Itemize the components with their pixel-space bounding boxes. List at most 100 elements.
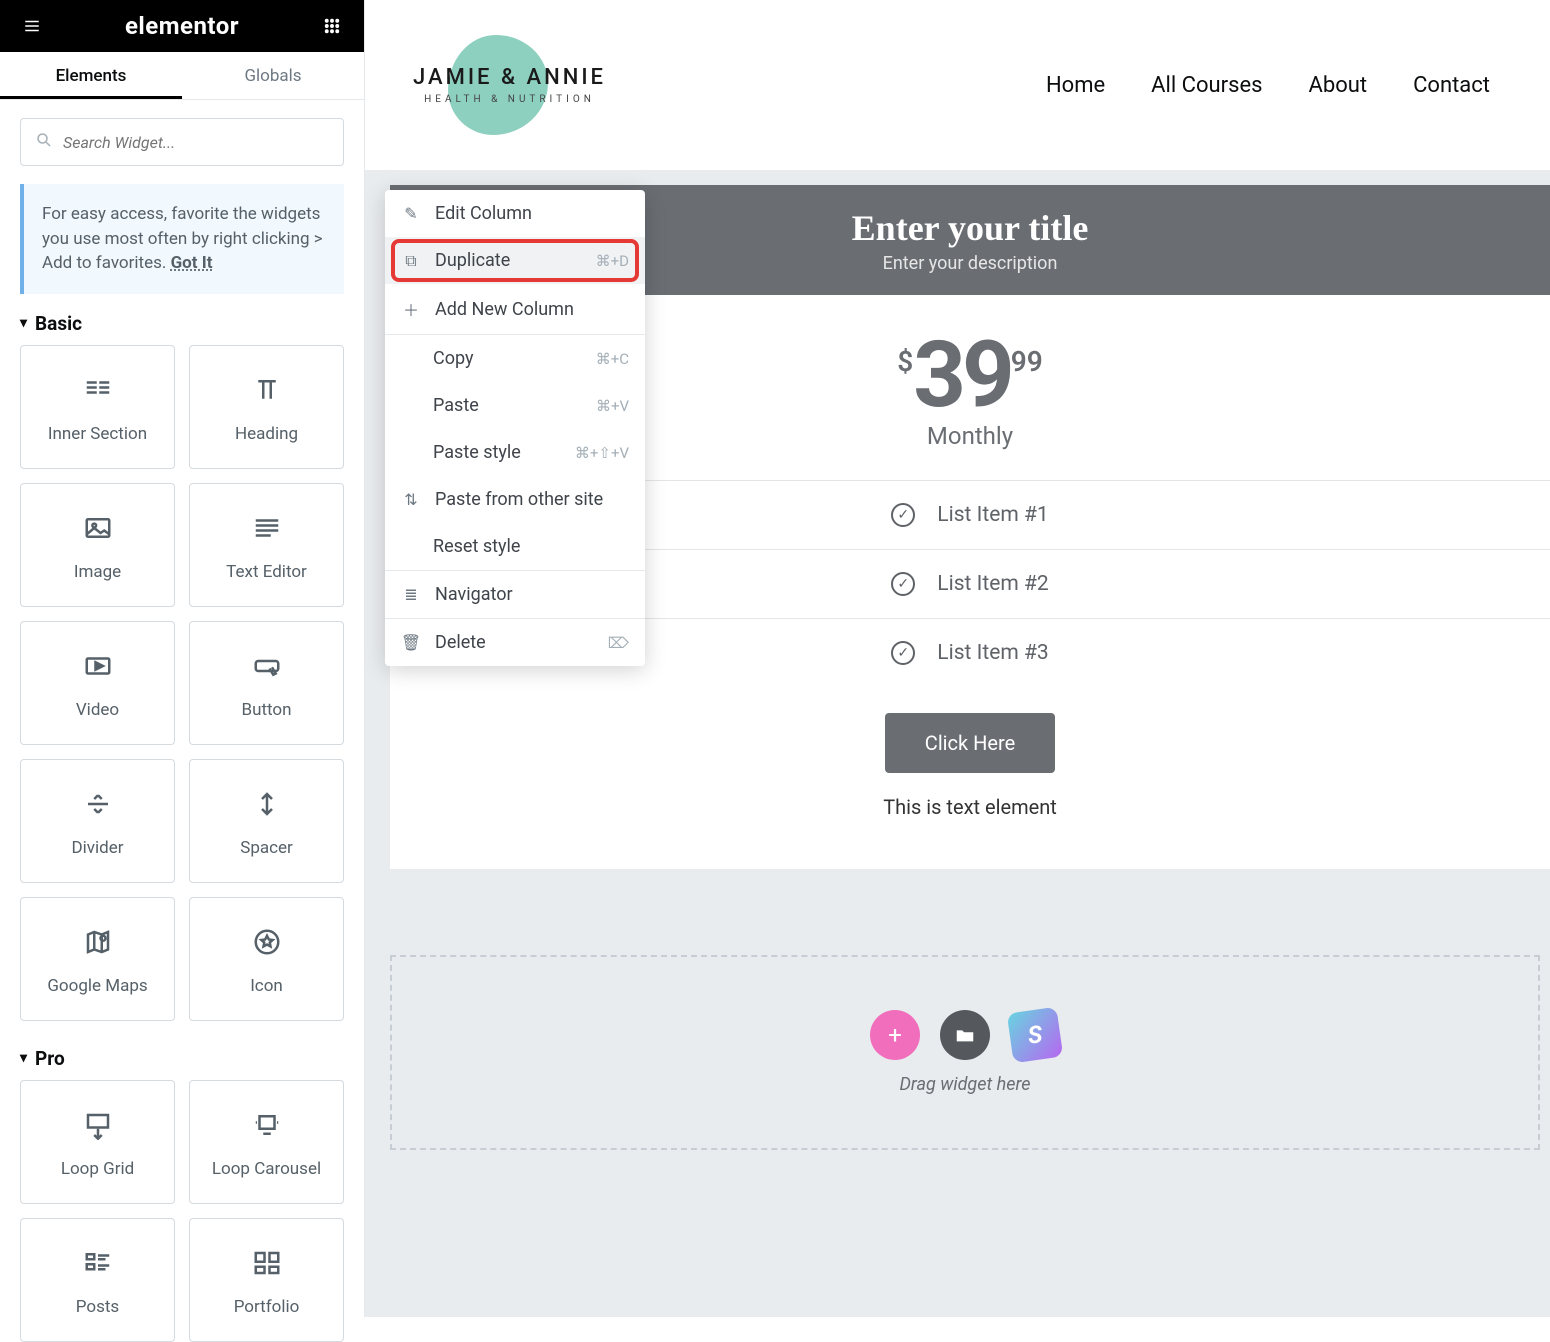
ctx-reset-style[interactable]: Reset style (385, 523, 645, 570)
widget-heading[interactable]: Heading (189, 345, 344, 469)
text-editor-icon (252, 508, 282, 548)
widget-divider[interactable]: Divider (20, 759, 175, 883)
nav-all-courses[interactable]: All Courses (1151, 73, 1262, 98)
elementor-logo: elementor (125, 12, 239, 40)
ctx-label: Duplicate (435, 250, 510, 271)
ctx-shortcut: ⌘+C (596, 350, 629, 368)
widget-label: Posts (76, 1297, 119, 1317)
context-menu: ✎ Edit Column ⧉ Duplicate ⌘+D ＋ Add New … (385, 190, 645, 666)
ctx-paste[interactable]: Paste ⌘+V (385, 382, 645, 429)
loop-grid-icon (83, 1105, 113, 1145)
list-item-label: List Item #3 (937, 641, 1048, 665)
apps-grid-icon[interactable] (318, 12, 346, 40)
widget-label: Portfolio (234, 1297, 300, 1317)
ctx-navigator[interactable]: ≣ Navigator (385, 571, 645, 618)
site-logo[interactable]: JAMIE & ANNIE HEALTH & NUTRITION (393, 35, 606, 135)
widget-loop-grid[interactable]: Loop Grid (20, 1080, 175, 1204)
ctx-label: Paste style (433, 442, 521, 463)
ctx-edit-column[interactable]: ✎ Edit Column (385, 190, 645, 237)
ctx-paste-from-other-site[interactable]: ⇅ Paste from other site (385, 476, 645, 523)
check-icon: ✓ (891, 572, 915, 596)
trash-icon: 🗑 (401, 633, 421, 652)
plus-icon: ＋ (401, 297, 421, 321)
ctx-delete[interactable]: 🗑 Delete ⌦ (385, 619, 645, 666)
check-icon: ✓ (891, 641, 915, 665)
widget-button[interactable]: Button (189, 621, 344, 745)
heading-icon (252, 370, 282, 410)
widget-label: Button (241, 700, 291, 720)
nav-about[interactable]: About (1309, 73, 1368, 98)
widget-loop-carousel[interactable]: Loop Carousel (189, 1080, 344, 1204)
check-icon: ✓ (891, 503, 915, 527)
ctx-paste-style[interactable]: Paste style ⌘+⇧+V (385, 429, 645, 476)
tip-got-it[interactable]: Got It (171, 253, 213, 273)
copy-icon: ⧉ (401, 251, 421, 271)
ctx-shortcut: ⌘+V (596, 397, 629, 415)
widget-posts[interactable]: Posts (20, 1218, 175, 1342)
inner-section-icon (83, 370, 113, 410)
category-pro[interactable]: Pro (20, 1047, 344, 1070)
widget-inner-section[interactable]: Inner Section (20, 345, 175, 469)
widget-image[interactable]: Image (20, 483, 175, 607)
search-icon (35, 131, 53, 154)
widget-label: Google Maps (47, 976, 147, 996)
widget-text-editor[interactable]: Text Editor (189, 483, 344, 607)
widget-portfolio[interactable]: Portfolio (189, 1218, 344, 1342)
tab-globals[interactable]: Globals (182, 52, 364, 99)
search-container[interactable] (20, 118, 344, 166)
site-nav: Home All Courses About Contact (1046, 73, 1490, 98)
tip-box: For easy access, favorite the widgets yo… (20, 184, 344, 294)
widget-label: Inner Section (48, 424, 147, 444)
widget-google-maps[interactable]: Google Maps (20, 897, 175, 1021)
pencil-icon: ✎ (401, 204, 421, 223)
widget-label: Video (76, 700, 119, 720)
drop-hint: Drag widget here (899, 1074, 1030, 1095)
drop-zone[interactable]: + S Drag widget here (390, 955, 1540, 1150)
price-currency: $ (897, 345, 913, 378)
widget-label: Heading (235, 424, 298, 444)
template-library-button[interactable] (940, 1010, 990, 1060)
price: $ 39 99 (897, 335, 1043, 418)
widgets-pro: Loop Grid Loop Carousel Posts Portfolio (0, 1080, 364, 1342)
widget-icon[interactable]: Icon (189, 897, 344, 1021)
ctx-label: Paste (433, 395, 479, 416)
list-item-label: List Item #1 (937, 503, 1048, 527)
widget-label: Loop Grid (61, 1159, 134, 1179)
spacer-icon (252, 784, 282, 824)
add-section-button[interactable]: + (870, 1010, 920, 1060)
tab-elements[interactable]: Elements (0, 52, 182, 99)
nav-home[interactable]: Home (1046, 73, 1105, 98)
transfer-icon: ⇅ (401, 490, 421, 509)
star-icon (252, 922, 282, 962)
portfolio-icon (252, 1243, 282, 1283)
price-period: Monthly (927, 422, 1013, 450)
ctx-label: Copy (433, 348, 474, 369)
elementor-panel: elementor Elements Globals For easy acce… (0, 0, 365, 1317)
ctx-copy[interactable]: Copy ⌘+C (385, 335, 645, 382)
category-basic[interactable]: Basic (20, 312, 344, 335)
widget-spacer[interactable]: Spacer (189, 759, 344, 883)
pricing-button[interactable]: Click Here (885, 713, 1055, 773)
search-input[interactable] (63, 133, 329, 152)
widget-label: Loop Carousel (212, 1159, 321, 1179)
ctx-label: Paste from other site (435, 489, 603, 510)
layers-icon: ≣ (401, 585, 421, 604)
menu-icon[interactable] (18, 12, 46, 40)
pricing-text: This is text element (883, 795, 1057, 819)
blocks-button[interactable]: S (1007, 1007, 1063, 1063)
ctx-add-new-column[interactable]: ＋ Add New Column (385, 284, 645, 334)
ctx-label: Reset style (433, 536, 520, 557)
widget-label: Icon (250, 976, 283, 996)
site-header: JAMIE & ANNIE HEALTH & NUTRITION Home Al… (365, 0, 1550, 170)
video-icon (83, 646, 113, 686)
price-amount: 39 (913, 335, 1011, 418)
ctx-label: Delete (435, 632, 486, 653)
loop-carousel-icon (252, 1105, 282, 1145)
nav-contact[interactable]: Contact (1413, 73, 1490, 98)
ctx-label: Add New Column (435, 299, 574, 320)
widget-video[interactable]: Video (20, 621, 175, 745)
ctx-duplicate[interactable]: ⧉ Duplicate ⌘+D (385, 237, 645, 284)
price-cents: 99 (1011, 345, 1043, 378)
ctx-shortcut: ⌘+D (596, 252, 629, 270)
pricing-subtitle: Enter your description (883, 253, 1058, 274)
